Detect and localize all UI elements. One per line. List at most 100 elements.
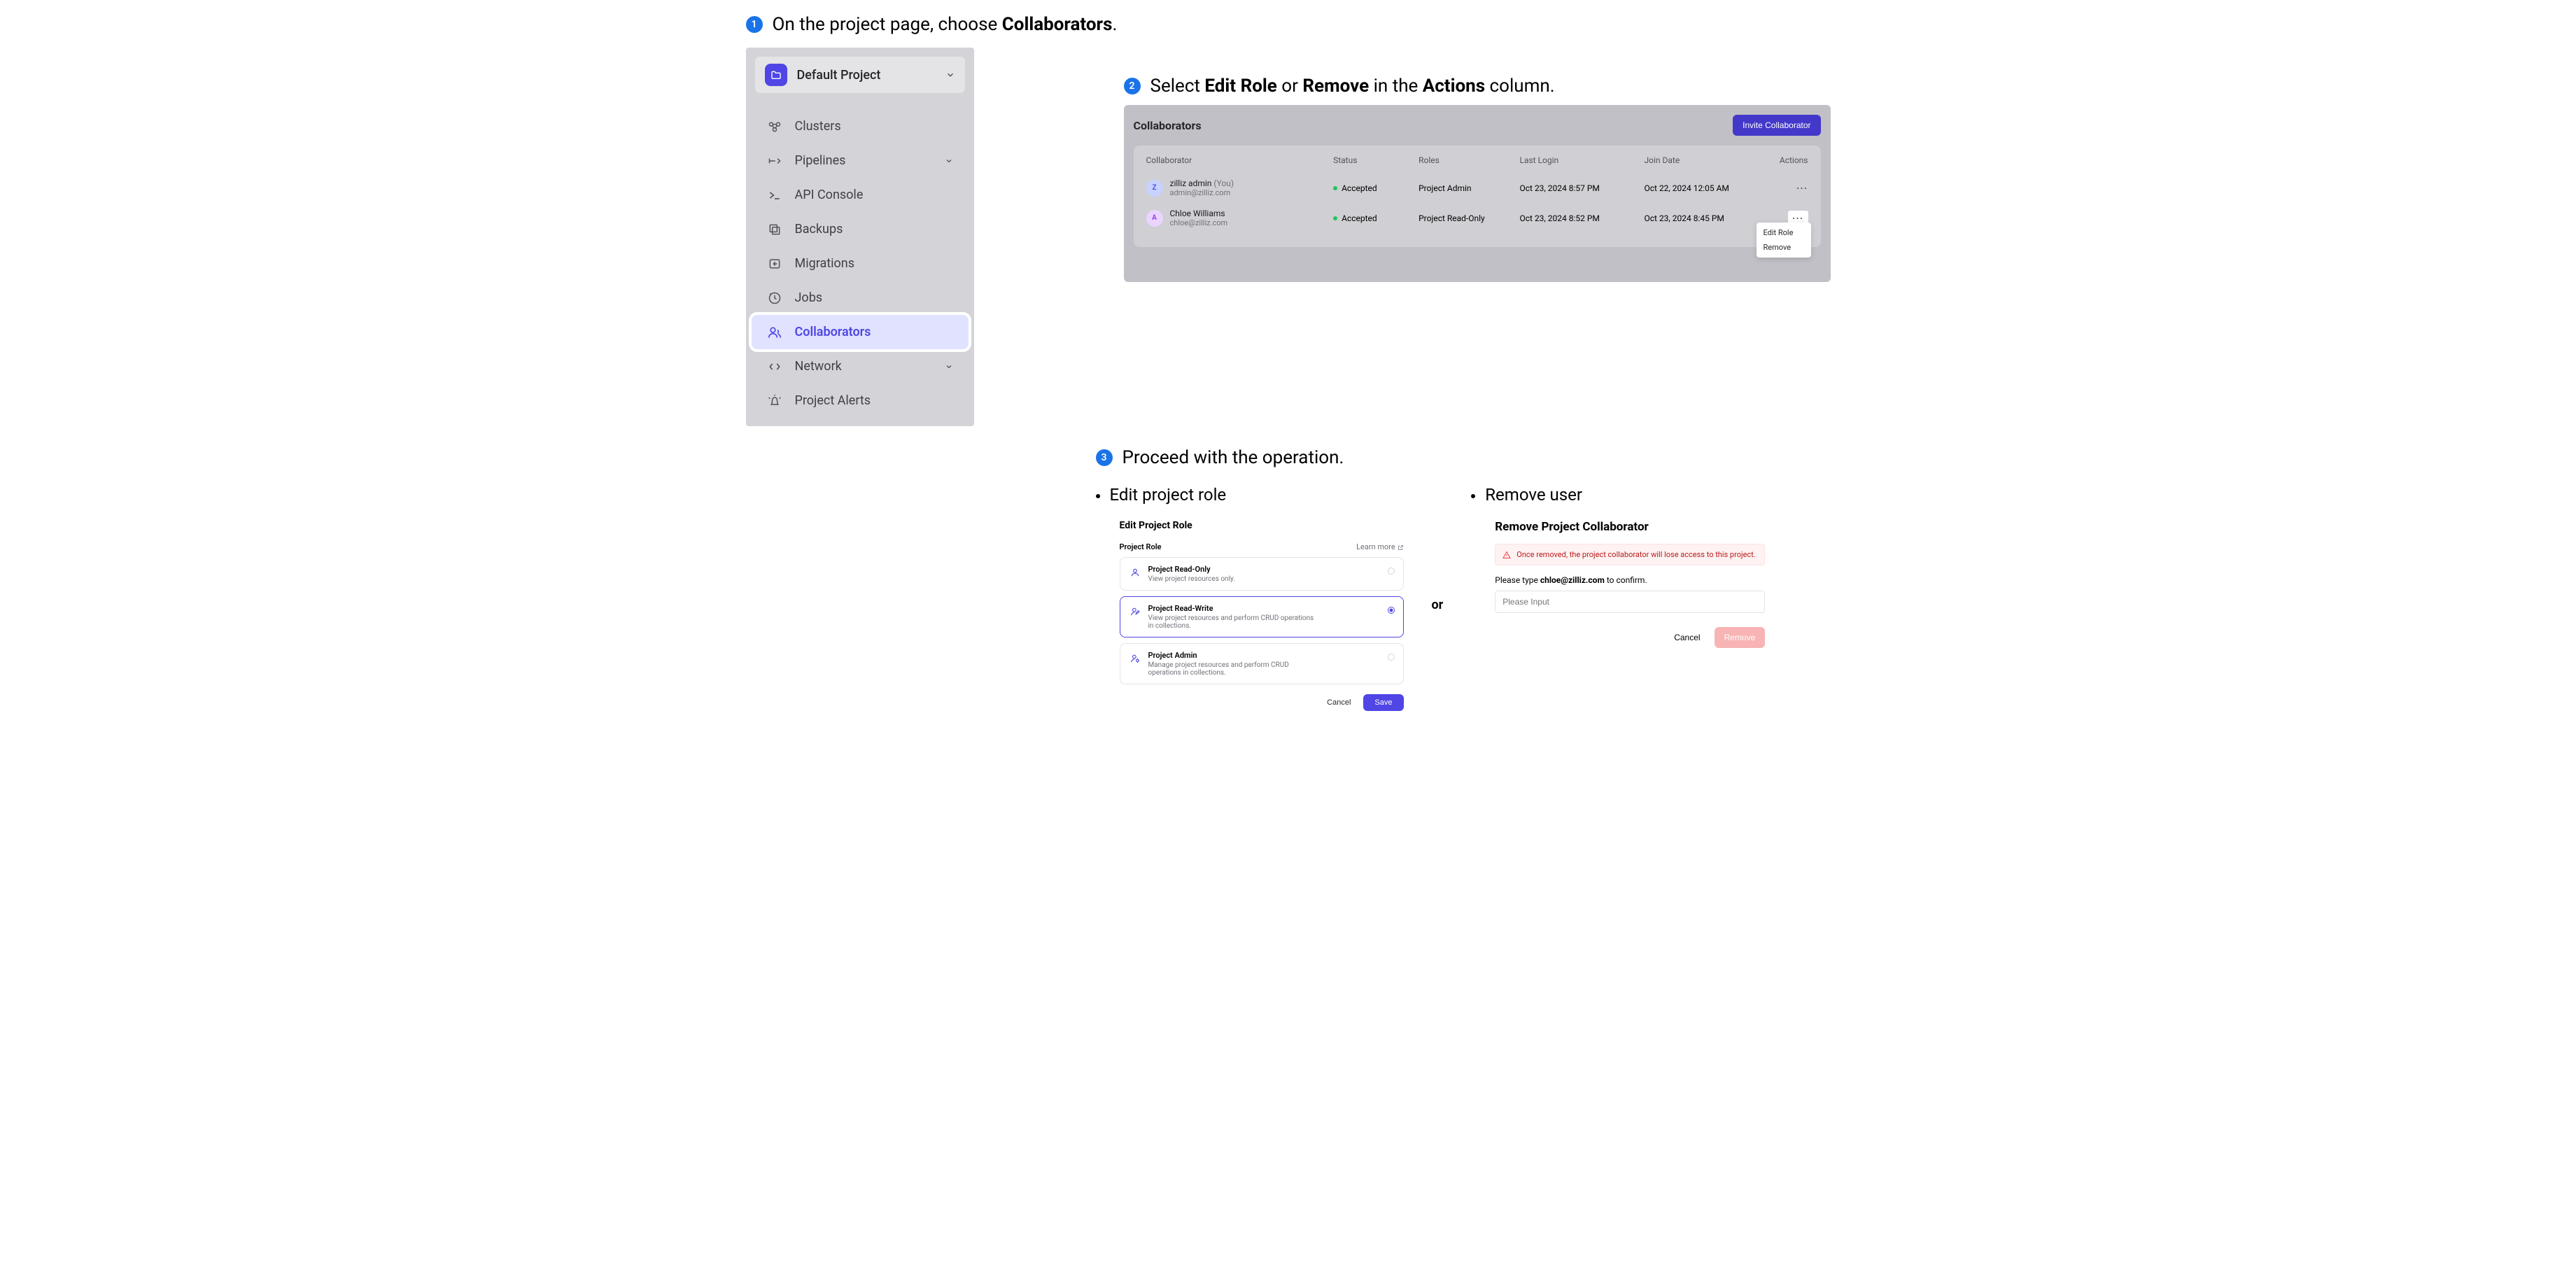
- chevron-down-icon: [945, 362, 953, 371]
- sidebar-item-label: Backups: [795, 222, 843, 237]
- sidebar-item-label: Collaborators: [795, 325, 871, 339]
- clock-icon: [767, 291, 782, 305]
- bullet-icon: [1096, 494, 1100, 498]
- user-name: zilliz admin (You): [1170, 178, 1234, 188]
- radio-icon: [1388, 654, 1395, 661]
- step3-heading: 3 Proceed with the operation.: [1096, 447, 1831, 468]
- sidebar-item-label: API Console: [795, 188, 864, 202]
- alert-icon: [767, 394, 782, 408]
- collaborators-title: Collaborators: [1134, 119, 1202, 132]
- user-icon: [1129, 566, 1141, 579]
- join-date-cell: Oct 22, 2024 12:05 AM: [1645, 183, 1762, 193]
- table-row: Z zilliz admin (You) admin@zilliz.com Ac…: [1146, 173, 1808, 203]
- role-desc: Manage project resources and perform CRU…: [1148, 661, 1316, 677]
- status-cell: Accepted: [1333, 183, 1412, 193]
- network-icon: [767, 360, 782, 374]
- t: Edit Role: [1204, 76, 1276, 97]
- avatar: A: [1146, 210, 1163, 227]
- role-desc: View project resources only.: [1148, 575, 1235, 583]
- role-cell: Project Admin: [1419, 183, 1512, 193]
- actions-dropdown: Edit Role Remove: [1757, 223, 1811, 258]
- dialog-title: Edit Project Role: [1120, 520, 1404, 531]
- t: Please type: [1495, 575, 1540, 585]
- t: zilliz admin: [1170, 178, 1212, 188]
- invite-collaborator-button[interactable]: Invite Collaborator: [1733, 115, 1820, 136]
- dialog-title: Remove Project Collaborator: [1495, 520, 1765, 534]
- sidebar-item-label: Clusters: [795, 119, 841, 134]
- sidebar-item-label: Migrations: [795, 256, 855, 271]
- role-option-read-write[interactable]: Project Read-Write View project resource…: [1120, 596, 1404, 637]
- user-edit-icon: [1129, 605, 1141, 618]
- confirm-email: chloe@zilliz.com: [1540, 575, 1605, 585]
- collaborators-table: Collaborator Status Roles Last Login Joi…: [1134, 146, 1821, 247]
- remove-button[interactable]: Remove: [1715, 627, 1766, 648]
- t: Remove user: [1485, 485, 1582, 505]
- role-name: Project Read-Only: [1148, 565, 1235, 574]
- sidebar-item-api-console[interactable]: API Console: [754, 178, 966, 212]
- pipelines-icon: [767, 154, 782, 168]
- external-link-icon: [1398, 544, 1404, 551]
- t: in the: [1369, 76, 1423, 97]
- chevron-down-icon: [945, 157, 953, 165]
- role-name: Project Read-Write: [1148, 604, 1316, 613]
- dropdown-remove[interactable]: Remove: [1757, 240, 1811, 255]
- last-login-cell: Oct 23, 2024 8:52 PM: [1520, 213, 1638, 223]
- user-admin-icon: [1129, 652, 1141, 665]
- warning-icon: [1502, 551, 1511, 559]
- sidebar-item-migrations[interactable]: Migrations: [754, 246, 966, 281]
- step3-badge: 3: [1096, 449, 1113, 466]
- t: to confirm.: [1605, 575, 1647, 585]
- row-actions-button[interactable]: ⋯: [1769, 181, 1808, 195]
- t: column.: [1485, 76, 1555, 97]
- table-header: Collaborator Status Roles Last Login Joi…: [1146, 155, 1808, 173]
- project-sidebar: Default Project Clusters Pipelines A: [746, 48, 974, 426]
- warning-banner: Once removed, the project collaborator w…: [1495, 544, 1765, 565]
- sidebar-item-network[interactable]: Network: [754, 349, 966, 383]
- col-join-date: Join Date: [1645, 155, 1762, 165]
- dropdown-edit-role[interactable]: Edit Role: [1757, 225, 1811, 240]
- save-button[interactable]: Save: [1363, 694, 1403, 711]
- step1-text: On the project page, choose Collaborator…: [773, 14, 1118, 35]
- sidebar-item-jobs[interactable]: Jobs: [754, 281, 966, 315]
- learn-more-link[interactable]: Learn more: [1356, 542, 1403, 551]
- sidebar-item-label: Project Alerts: [795, 393, 871, 408]
- project-selector[interactable]: Default Project: [754, 56, 966, 94]
- radio-selected-icon: [1388, 607, 1395, 614]
- terminal-icon: [767, 188, 782, 202]
- t: or: [1277, 76, 1303, 97]
- migrations-icon: [767, 257, 782, 271]
- user-email: chloe@zilliz.com: [1170, 218, 1228, 227]
- table-row: A Chloe Williams chloe@zilliz.com Accept…: [1146, 203, 1808, 233]
- col-actions: Actions: [1769, 155, 1808, 165]
- sidebar-item-clusters[interactable]: Clusters: [754, 109, 966, 143]
- bullet-icon: [1471, 494, 1475, 498]
- sidebar-item-collaborators[interactable]: Collaborators: [752, 315, 969, 349]
- cancel-button[interactable]: Cancel: [1667, 627, 1707, 648]
- folder-icon: [765, 64, 787, 86]
- t: Accepted: [1342, 183, 1377, 193]
- cancel-button[interactable]: Cancel: [1320, 694, 1358, 711]
- sidebar-item-project-alerts[interactable]: Project Alerts: [754, 383, 966, 418]
- status-dot-icon: [1333, 186, 1337, 190]
- sidebar-item-pipelines[interactable]: Pipelines: [754, 143, 966, 178]
- users-icon: [767, 325, 782, 339]
- step1-prefix: On the project page, choose: [773, 14, 1002, 35]
- role-option-admin[interactable]: Project Admin Manage project resources a…: [1120, 643, 1404, 684]
- last-login-cell: Oct 23, 2024 8:57 PM: [1520, 183, 1638, 193]
- collaborators-panel: Collaborators Invite Collaborator Collab…: [1124, 105, 1831, 282]
- sidebar-item-backups[interactable]: Backups: [754, 212, 966, 246]
- col-last-login: Last Login: [1520, 155, 1638, 165]
- t: Accepted: [1342, 213, 1377, 223]
- role-option-read-only[interactable]: Project Read-Only View project resources…: [1120, 557, 1404, 591]
- col-status: Status: [1333, 155, 1412, 165]
- confirm-input[interactable]: [1495, 591, 1765, 613]
- chevron-down-icon: [945, 70, 955, 80]
- avatar: Z: [1146, 180, 1163, 197]
- sidebar-item-label: Pipelines: [795, 153, 932, 168]
- t: Actions: [1423, 76, 1485, 97]
- user-email: admin@zilliz.com: [1170, 188, 1234, 197]
- role-name: Project Admin: [1148, 651, 1316, 660]
- step2-badge: 2: [1124, 78, 1141, 94]
- clusters-icon: [767, 120, 782, 134]
- role-cell: Project Read-Only: [1419, 213, 1512, 223]
